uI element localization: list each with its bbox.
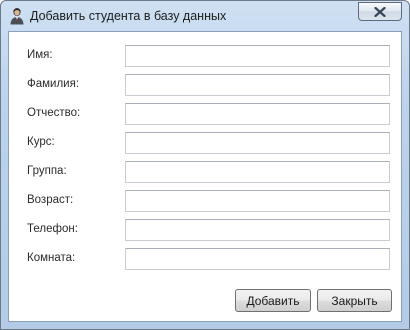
window-close-button[interactable] bbox=[358, 2, 402, 21]
label-patronymic: Отчество: bbox=[27, 107, 81, 119]
student-user-icon bbox=[9, 7, 25, 25]
group-input[interactable] bbox=[125, 161, 390, 183]
patronymic-input[interactable] bbox=[125, 103, 390, 125]
form-panel: Имя: Фамилия: Отчество: Курс: Группа: Во… bbox=[8, 31, 402, 322]
last-name-input[interactable] bbox=[125, 74, 390, 96]
label-phone: Телефон: bbox=[27, 223, 78, 235]
room-input[interactable] bbox=[125, 248, 390, 270]
add-button[interactable]: Добавить bbox=[235, 289, 311, 312]
title-bar[interactable]: Добавить студента в базу данных bbox=[1, 1, 409, 31]
window-title: Добавить студента в базу данных bbox=[30, 9, 227, 23]
label-course: Курс: bbox=[27, 136, 55, 148]
first-name-input[interactable] bbox=[125, 45, 390, 67]
close-x-icon bbox=[374, 7, 386, 17]
label-age: Возраст: bbox=[27, 194, 74, 206]
label-first-name: Имя: bbox=[27, 49, 53, 61]
phone-input[interactable] bbox=[125, 219, 390, 241]
label-group: Группа: bbox=[27, 165, 67, 177]
dialog-window: Добавить студента в базу данных Имя: Фам… bbox=[0, 0, 410, 330]
course-input[interactable] bbox=[125, 132, 390, 154]
close-button[interactable]: Закрыть bbox=[317, 289, 392, 312]
label-last-name: Фамилия: bbox=[27, 78, 80, 90]
label-room: Комната: bbox=[27, 252, 76, 264]
age-input[interactable] bbox=[125, 190, 390, 212]
